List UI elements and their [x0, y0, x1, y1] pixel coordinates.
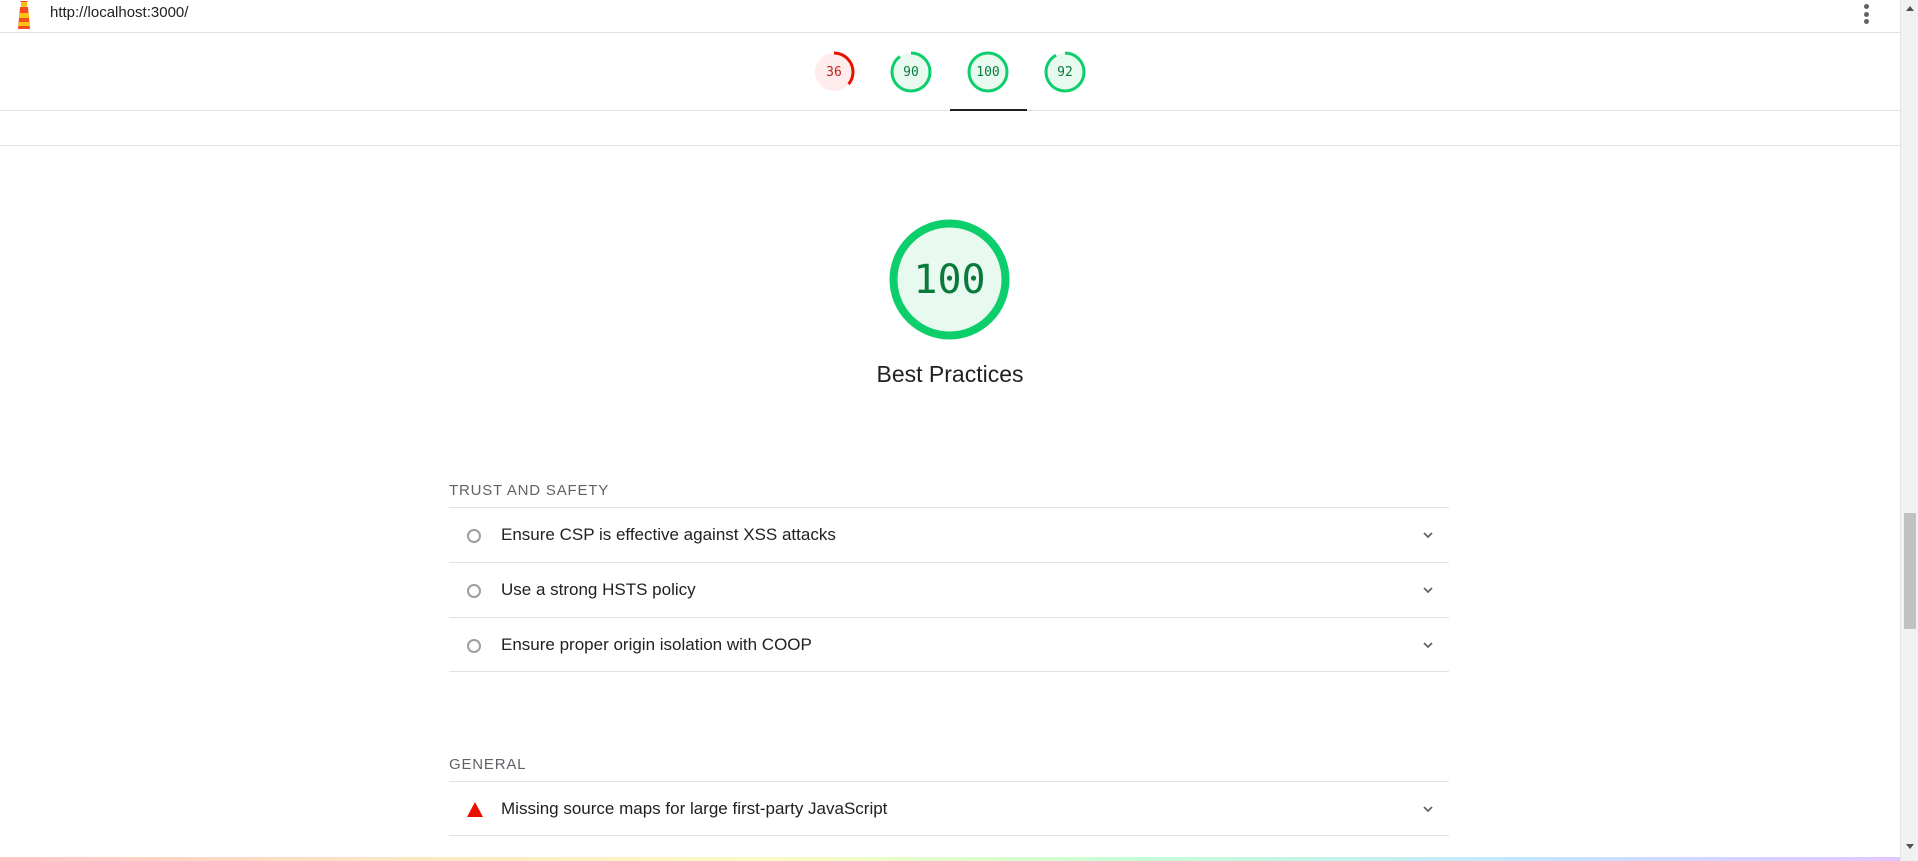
- group-title: TRUST AND SAFETY: [449, 482, 610, 499]
- bottom-gradient-strip: [0, 857, 1900, 861]
- chevron-down-icon[interactable]: [1421, 528, 1435, 542]
- category-score-gauge: 100: [887, 217, 1012, 342]
- group-title: GENERAL: [449, 756, 527, 773]
- audit-title: Ensure CSP is effective against XSS atta…: [501, 525, 836, 544]
- audit-item[interactable]: Ensure proper origin isolation with COOP: [449, 617, 1449, 672]
- gauge-score: 92: [1057, 64, 1073, 80]
- audit-item[interactable]: Missing source maps for large first-part…: [449, 781, 1449, 836]
- gauge-score: 100: [976, 64, 1000, 80]
- more-vert-icon[interactable]: [1858, 2, 1874, 26]
- gauge-accessibility[interactable]: 90: [889, 50, 933, 94]
- gauge-score: 36: [826, 64, 842, 80]
- circle-outline-icon: [467, 584, 481, 598]
- chevron-down-icon[interactable]: [1421, 583, 1435, 597]
- chevron-down-icon[interactable]: [1421, 638, 1435, 652]
- circle-outline-icon: [467, 529, 481, 543]
- red-triangle-icon: [467, 802, 483, 817]
- audit-title: Use a strong HSTS policy: [501, 580, 696, 599]
- audit-item[interactable]: Ensure CSP is effective against XSS atta…: [449, 507, 1449, 562]
- scrollbar-thumb[interactable]: [1904, 513, 1916, 629]
- page-scrollbar[interactable]: [1900, 0, 1918, 861]
- active-tab-indicator: [950, 109, 1027, 111]
- scroll-up-arrow-icon[interactable]: [1906, 6, 1914, 11]
- gauge-performance[interactable]: 36: [812, 50, 856, 94]
- divider: [0, 145, 1900, 146]
- category-score: 100: [913, 256, 986, 303]
- scroll-down-arrow-icon[interactable]: [1906, 844, 1914, 849]
- audit-item[interactable]: Use a strong HSTS policy: [449, 562, 1449, 617]
- lighthouse-logo-icon: [18, 1, 30, 29]
- audit-title: Ensure proper origin isolation with COOP: [501, 634, 812, 654]
- audit-title: Missing source maps for large first-part…: [501, 798, 888, 818]
- chevron-down-icon[interactable]: [1421, 802, 1435, 816]
- gauge-score: 90: [903, 64, 919, 80]
- category-gauge-bar: [0, 33, 1900, 111]
- category-title: Best Practices: [876, 361, 1024, 387]
- report-url[interactable]: http://localhost:3000/: [50, 4, 188, 21]
- gauge-best-practices[interactable]: 100: [966, 50, 1010, 94]
- top-bar: http://localhost:3000/: [0, 0, 1900, 33]
- circle-outline-icon: [467, 639, 481, 653]
- audit-group-trust-and-safety: TRUST AND SAFETY Ensure CSP is effective…: [449, 471, 1449, 672]
- gauge-seo[interactable]: 92: [1043, 50, 1087, 94]
- audit-group-general: GENERAL Missing source maps for large fi…: [449, 745, 1449, 836]
